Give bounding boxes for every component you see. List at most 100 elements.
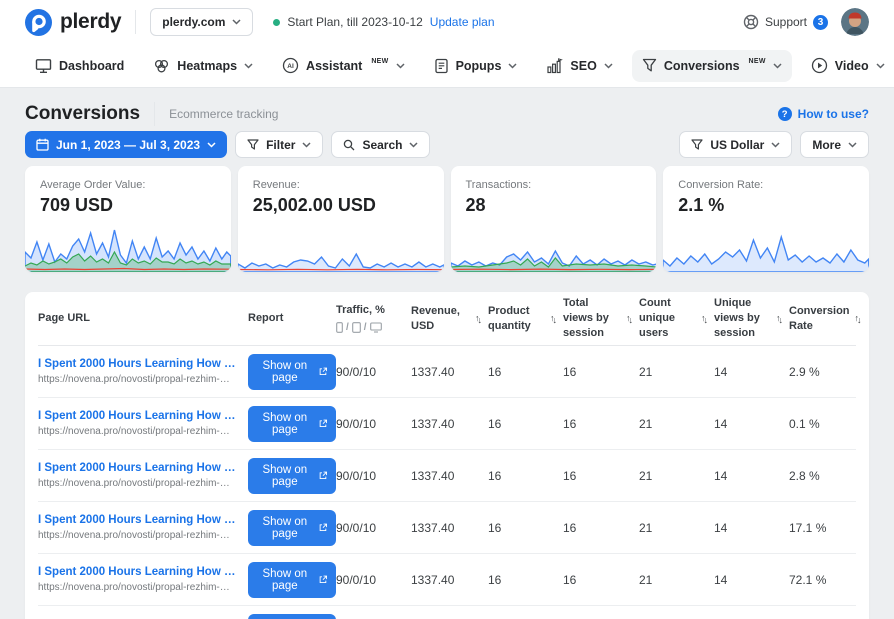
unique-views-cell: 14 <box>714 365 789 379</box>
table-row: I Spent 2000 Hours Learning How To Learn… <box>38 398 856 450</box>
sparkline-chart <box>663 226 869 272</box>
page-link[interactable]: I Spent 2000 Hours Learning How To Learn… <box>38 462 238 474</box>
update-plan-link[interactable]: Update plan <box>430 15 495 29</box>
show-on-page-button[interactable]: Show on page <box>248 354 336 390</box>
video-play-icon <box>811 57 828 74</box>
site-selector-dropdown[interactable]: plerdy.com <box>150 8 253 36</box>
nav-label: Heatmaps <box>177 59 237 73</box>
support-badge: 3 <box>813 15 828 30</box>
stat-label: Revenue: <box>238 166 444 191</box>
site-selector-value: plerdy.com <box>162 15 225 29</box>
conversions-table: Page URL Report Traffic, % / / Revenue, … <box>25 292 869 619</box>
stat-label: Transactions: <box>451 166 657 191</box>
page-link[interactable]: I Spent 2000 Hours Learning How To Learn… <box>38 410 238 422</box>
toolbar-right: US Dollar More <box>679 131 869 158</box>
nav-label: Video <box>835 59 869 73</box>
chevron-down-icon <box>876 63 885 69</box>
page-header: Conversions Ecommerce tracking ? How to … <box>0 88 894 126</box>
total-views-cell: 16 <box>563 469 639 483</box>
page-link[interactable]: I Spent 2000 Hours Learning How To Learn… <box>38 514 238 526</box>
support-label: Support <box>765 15 807 29</box>
tablet-icon <box>352 322 361 333</box>
table-row: I Spent 2000 Hours Learning How To Learn… <box>38 502 856 554</box>
page-url: https://novena.pro/novosti/propal-rezhim… <box>38 530 238 541</box>
revenue-cell: 1337.40 <box>411 469 488 483</box>
sort-icon[interactable]: ↑↓ <box>626 314 633 323</box>
conversion-rate-cell: 0.1 % <box>789 417 856 431</box>
date-range-button[interactable]: Jun 1, 2023 — Jul 3, 2023 <box>25 131 227 158</box>
plan-status: Start Plan, till 2023-10-12 Update plan <box>273 15 494 29</box>
nav-item-popups[interactable]: Popups <box>424 50 528 82</box>
sort-icon[interactable]: ↑↓ <box>776 314 783 323</box>
more-label: More <box>812 138 841 152</box>
filter-funnel-icon <box>691 139 703 151</box>
stat-card-average-order-value: Average Order Value: 709 USD <box>25 166 231 272</box>
traffic-cell: 90/0/10 <box>336 469 411 483</box>
plerdy-logo-icon <box>25 9 52 36</box>
plerdy-logo[interactable]: plerdy <box>25 9 121 36</box>
table-row: I Spent 2000 Hours Learning How To Learn… <box>38 450 856 502</box>
search-button[interactable]: Search <box>331 131 430 158</box>
filter-button[interactable]: Filter <box>235 131 323 158</box>
sort-icon[interactable]: ↑↓ <box>855 314 862 323</box>
currency-button[interactable]: US Dollar <box>679 131 792 158</box>
chevron-down-icon <box>604 63 613 69</box>
col-header-unique-users: Count unique users↑↓ <box>639 296 714 341</box>
chevron-down-icon <box>396 63 405 69</box>
chevron-down-icon <box>848 142 857 148</box>
page-link[interactable]: I Spent 2000 Hours Learning How To Learn… <box>38 566 238 578</box>
stat-value: 28 <box>451 191 657 216</box>
topbar-right: Support 3 <box>743 8 869 36</box>
sort-icon[interactable]: ↑↓ <box>550 314 557 323</box>
seo-chart-icon <box>546 58 563 74</box>
sort-icon[interactable]: ↑↓ <box>475 314 482 323</box>
nav-item-heatmaps[interactable]: Heatmaps <box>143 50 263 82</box>
filter-funnel-icon <box>247 139 259 151</box>
plan-status-dot <box>273 19 280 26</box>
stat-value: 709 USD <box>25 191 231 216</box>
nav-item-conversions[interactable]: ConversionsNEW <box>632 50 792 82</box>
col-header-page-url: Page URL <box>38 311 248 326</box>
nav-item-assistant[interactable]: AI AssistantNEW <box>272 49 415 82</box>
sparkline-chart <box>25 226 231 272</box>
revenue-cell: 1337.40 <box>411 417 488 431</box>
stat-card-transactions: Transactions: 28 <box>451 166 657 272</box>
nav-item-seo[interactable]: SEO <box>536 50 622 82</box>
support-button[interactable]: Support 3 <box>743 14 828 30</box>
chevron-down-icon <box>508 63 517 69</box>
external-link-icon <box>319 418 327 429</box>
show-on-page-button[interactable]: Show on page <box>248 562 336 598</box>
show-on-page-button[interactable]: Show on page <box>248 458 336 494</box>
unique-users-cell: 21 <box>639 521 714 535</box>
user-avatar[interactable] <box>841 8 869 36</box>
brand-name: plerdy <box>60 10 121 34</box>
how-to-use-link[interactable]: ? How to use? <box>778 107 869 121</box>
conversion-rate-cell: 2.8 % <box>789 469 856 483</box>
unique-users-cell: 21 <box>639 365 714 379</box>
filter-label: Filter <box>266 138 295 152</box>
nav-label: Popups <box>456 59 502 73</box>
show-on-page-button[interactable]: Show on page <box>248 510 336 546</box>
table-row: I Spent 2000 Hours Learning How To Learn… <box>38 346 856 398</box>
table-row: I Spent 2000 Hours Learning How To Learn… <box>38 554 856 606</box>
page-url: https://novena.pro/novosti/propal-rezhim… <box>38 426 238 437</box>
unique-users-cell: 21 <box>639 573 714 587</box>
sort-icon[interactable]: ↑↓ <box>701 314 708 323</box>
table-row: I Spent 2000 Hours Learning How To Learn… <box>38 606 856 619</box>
more-button[interactable]: More <box>800 131 869 158</box>
stat-value: 2.1 % <box>663 191 869 216</box>
show-on-page-button[interactable]: Show on page <box>248 406 336 442</box>
sparkline-chart <box>451 226 657 272</box>
product-quantity-cell: 16 <box>488 521 563 535</box>
product-quantity-cell: 16 <box>488 469 563 483</box>
show-on-page-button[interactable]: Show on page <box>248 614 336 619</box>
stat-cards: Average Order Value: 709 USD Revenue: 25… <box>0 158 894 272</box>
total-views-cell: 16 <box>563 573 639 587</box>
nav-label: Assistant <box>306 59 362 73</box>
nav-item-dashboard[interactable]: Dashboard <box>25 50 134 82</box>
nav-label: SEO <box>570 59 596 73</box>
unique-views-cell: 14 <box>714 573 789 587</box>
nav-item-video[interactable]: Video <box>801 49 894 82</box>
page-link[interactable]: I Spent 2000 Hours Learning How To Learn… <box>38 358 238 370</box>
new-badge: NEW <box>371 58 388 65</box>
